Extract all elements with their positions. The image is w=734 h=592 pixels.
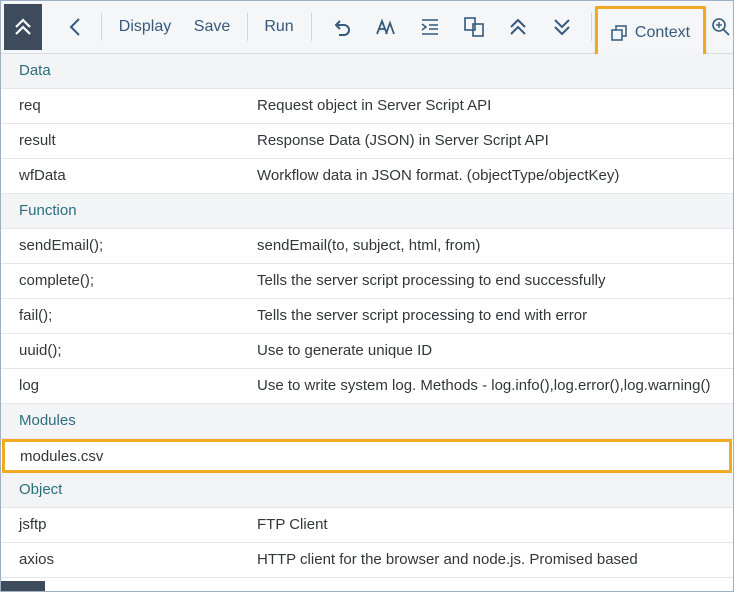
toolbar-separator	[101, 13, 102, 41]
list-item-modules-csv[interactable]: modules.csv	[2, 439, 732, 473]
item-name: modules.csv	[20, 448, 104, 465]
next-button[interactable]	[547, 1, 577, 53]
double-chevron-up-icon	[510, 18, 526, 35]
list-item[interactable]: result Response Data (JSON) in Server Scr…	[1, 124, 733, 159]
undo-button[interactable]	[327, 1, 357, 53]
toolbar: Display Save Run Context	[1, 1, 733, 60]
double-chevron-up-icon	[15, 18, 31, 35]
side-panel-edge	[1, 581, 45, 591]
list-item[interactable]: sendEmail(); sendEmail(to, subject, html,…	[1, 229, 733, 264]
list-item[interactable]: complete(); Tells the server script proce…	[1, 264, 733, 299]
list-item[interactable]: uuid(); Use to generate unique ID	[1, 334, 733, 369]
zoom-in-icon	[712, 18, 730, 36]
list-item[interactable]: req Request object in Server Script API	[1, 89, 733, 124]
item-description: Use to generate unique ID	[257, 342, 433, 359]
item-name: axios	[19, 551, 55, 568]
save-button[interactable]: Save	[189, 1, 235, 53]
list-item[interactable]: axios HTTP client for the browser and nod…	[1, 543, 733, 578]
previous-button[interactable]	[503, 1, 533, 53]
context-button[interactable]: Context	[595, 6, 706, 60]
group-title: Modules	[19, 412, 76, 429]
context-label: Context	[634, 24, 691, 41]
undo-icon	[334, 20, 350, 36]
toolbar-separator	[591, 13, 592, 41]
item-description: Response Data (JSON) in Server Script AP…	[257, 132, 549, 149]
compare-icon	[464, 17, 484, 37]
item-name: wfData	[19, 167, 66, 184]
item-name: sendEmail();	[19, 237, 104, 254]
group-header-modules: Modules	[1, 404, 733, 439]
script-editor-window: Display Save Run Context Data req Reques…	[0, 0, 734, 592]
list-item[interactable]: fail(); Tells the server script processin…	[1, 299, 733, 334]
display-button[interactable]: Display	[113, 1, 177, 53]
item-name: fail();	[19, 307, 53, 324]
collapse-header-button[interactable]	[4, 4, 42, 50]
open-context-icon	[611, 25, 627, 41]
item-description: Request object in Server Script API	[257, 97, 492, 114]
item-name: req	[19, 97, 41, 114]
item-name: uuid();	[19, 342, 62, 359]
back-button[interactable]	[61, 1, 89, 53]
item-name: log	[19, 377, 40, 394]
item-name: result	[19, 132, 56, 149]
item-description: HTTP client for the browser and node.js.…	[257, 551, 638, 568]
item-description: sendEmail(to, subject, html, from)	[257, 237, 481, 254]
group-header-data: Data	[1, 54, 733, 89]
list-item[interactable]: wfData Workflow data in JSON format. (obj…	[1, 159, 733, 194]
text-format-icon	[376, 18, 395, 35]
item-description: Tells the server script processing to en…	[257, 307, 588, 324]
group-title: Object	[19, 481, 63, 498]
group-header-function: Function	[1, 194, 733, 229]
zoom-in-button[interactable]	[709, 1, 733, 53]
toolbar-separator	[247, 13, 248, 41]
context-list: Data req Request object in Server Script …	[1, 54, 733, 578]
run-button[interactable]: Run	[259, 1, 299, 53]
list-item[interactable]: log Use to write system log. Methods - lo…	[1, 369, 733, 404]
item-description: Use to write system log. Methods - log.i…	[257, 377, 711, 394]
indent-button[interactable]	[415, 1, 445, 53]
group-title: Data	[19, 62, 51, 79]
indent-icon	[421, 19, 438, 35]
item-description: Workflow data in JSON format. (objectTyp…	[257, 167, 620, 184]
format-button[interactable]	[371, 1, 401, 53]
toolbar-separator	[311, 13, 312, 41]
item-description: FTP Client	[257, 516, 328, 533]
double-chevron-down-icon	[554, 19, 570, 36]
group-header-object: Object	[1, 473, 733, 508]
group-title: Function	[19, 202, 77, 219]
list-item[interactable]: jsftp FTP Client	[1, 508, 733, 543]
item-name: complete();	[19, 272, 95, 289]
item-description: Tells the server script processing to en…	[257, 272, 606, 289]
compare-button[interactable]	[459, 1, 489, 53]
item-name: jsftp	[19, 516, 47, 533]
chevron-left-icon	[69, 18, 80, 36]
